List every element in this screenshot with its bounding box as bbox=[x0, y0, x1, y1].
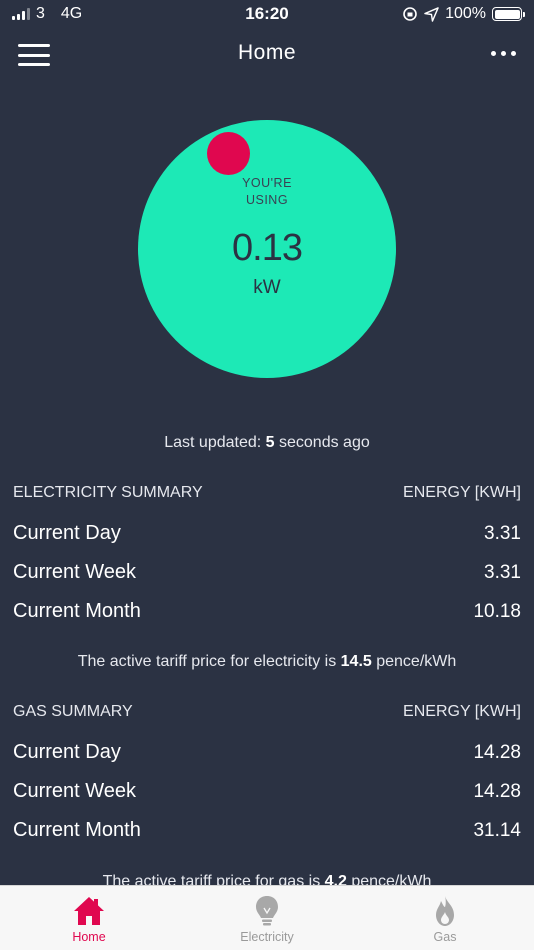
tariff-prefix: The active tariff price for electricity … bbox=[77, 653, 341, 670]
ellipsis-icon[interactable] bbox=[491, 51, 516, 56]
electricity-summary-header: ELECTRICITY SUMMARY ENERGY [KWH] bbox=[13, 484, 521, 508]
tab-electricity[interactable]: Electricity bbox=[178, 886, 356, 950]
network-label: 4G bbox=[60, 5, 83, 22]
row-label: Current Day bbox=[13, 522, 121, 544]
electricity-column-label: ENERGY [KWH] bbox=[403, 484, 521, 501]
carrier-label: 3 bbox=[36, 5, 45, 22]
battery-icon bbox=[492, 7, 525, 21]
row-label: Current Month bbox=[13, 600, 141, 622]
status-left: 3 4G bbox=[12, 5, 82, 23]
usage-circle: YOU'RE USING 0.13 kW bbox=[138, 120, 396, 378]
tab-label: Home bbox=[72, 930, 106, 944]
gas-row-week[interactable]: Current Week 14.28 bbox=[13, 772, 521, 811]
gas-row-day[interactable]: Current Day 14.28 bbox=[13, 733, 521, 772]
usage-label-line2: USING bbox=[245, 193, 289, 207]
row-value: 31.14 bbox=[473, 819, 521, 841]
electricity-summary-title: ELECTRICITY SUMMARY bbox=[13, 484, 203, 501]
usage-value: 0.13 bbox=[232, 227, 303, 269]
electricity-row-week[interactable]: Current Week 3.31 bbox=[13, 553, 521, 592]
row-value: 3.31 bbox=[484, 522, 521, 544]
last-updated: Last updated: 5 seconds ago bbox=[0, 434, 534, 452]
flame-icon bbox=[436, 896, 454, 926]
row-label: Current Month bbox=[13, 819, 141, 841]
row-value: 10.18 bbox=[473, 600, 521, 622]
row-label: Current Week bbox=[13, 561, 137, 583]
status-bar: 3 4G 16:20 100% bbox=[0, 0, 534, 28]
gas-row-month[interactable]: Current Month 31.14 bbox=[13, 811, 521, 850]
tariff-suffix: pence/kWh bbox=[371, 653, 457, 670]
tab-home[interactable]: Home bbox=[0, 886, 178, 950]
electricity-tariff: The active tariff price for electricity … bbox=[0, 653, 534, 671]
electricity-row-day[interactable]: Current Day 3.31 bbox=[13, 514, 521, 553]
nav-bar: Home bbox=[0, 30, 534, 80]
gas-column-label: ENERGY [KWH] bbox=[403, 703, 521, 720]
last-updated-prefix: Last updated: bbox=[164, 434, 266, 451]
usage-label-line1: YOU'RE bbox=[242, 176, 292, 190]
orientation-lock-icon bbox=[403, 7, 417, 21]
electricity-summary: ELECTRICITY SUMMARY ENERGY [KWH] Current… bbox=[13, 484, 521, 631]
gas-summary-header: GAS SUMMARY ENERGY [KWH] bbox=[13, 703, 521, 727]
tariff-value: 14.5 bbox=[340, 653, 372, 670]
usage-indicator-dot bbox=[207, 132, 250, 175]
tab-gas[interactable]: Gas bbox=[356, 886, 534, 950]
row-value: 14.28 bbox=[473, 741, 521, 763]
page-title: Home bbox=[237, 41, 297, 64]
battery-percent: 100% bbox=[445, 5, 486, 22]
row-label: Current Week bbox=[13, 780, 137, 802]
last-updated-suffix: seconds ago bbox=[274, 434, 370, 451]
signal-strength-icon bbox=[12, 8, 30, 20]
usage-label: YOU'RE USING bbox=[138, 175, 396, 209]
usage-unit: kW bbox=[253, 277, 281, 298]
lightbulb-icon bbox=[256, 896, 278, 926]
last-updated-value: 5 bbox=[265, 434, 275, 451]
row-value: 14.28 bbox=[473, 780, 521, 802]
tab-label: Gas bbox=[433, 930, 457, 944]
gas-summary-title: GAS SUMMARY bbox=[13, 703, 133, 720]
status-right: 100% bbox=[402, 5, 525, 23]
location-arrow-icon bbox=[424, 6, 439, 22]
row-label: Current Day bbox=[13, 741, 121, 763]
electricity-row-month[interactable]: Current Month 10.18 bbox=[13, 592, 521, 631]
house-icon bbox=[74, 897, 104, 925]
row-value: 3.31 bbox=[484, 561, 521, 583]
tab-bar: Home Electricity Gas bbox=[0, 885, 534, 950]
gas-summary: GAS SUMMARY ENERGY [KWH] Current Day 14.… bbox=[13, 703, 521, 850]
tab-label: Electricity bbox=[240, 930, 294, 944]
